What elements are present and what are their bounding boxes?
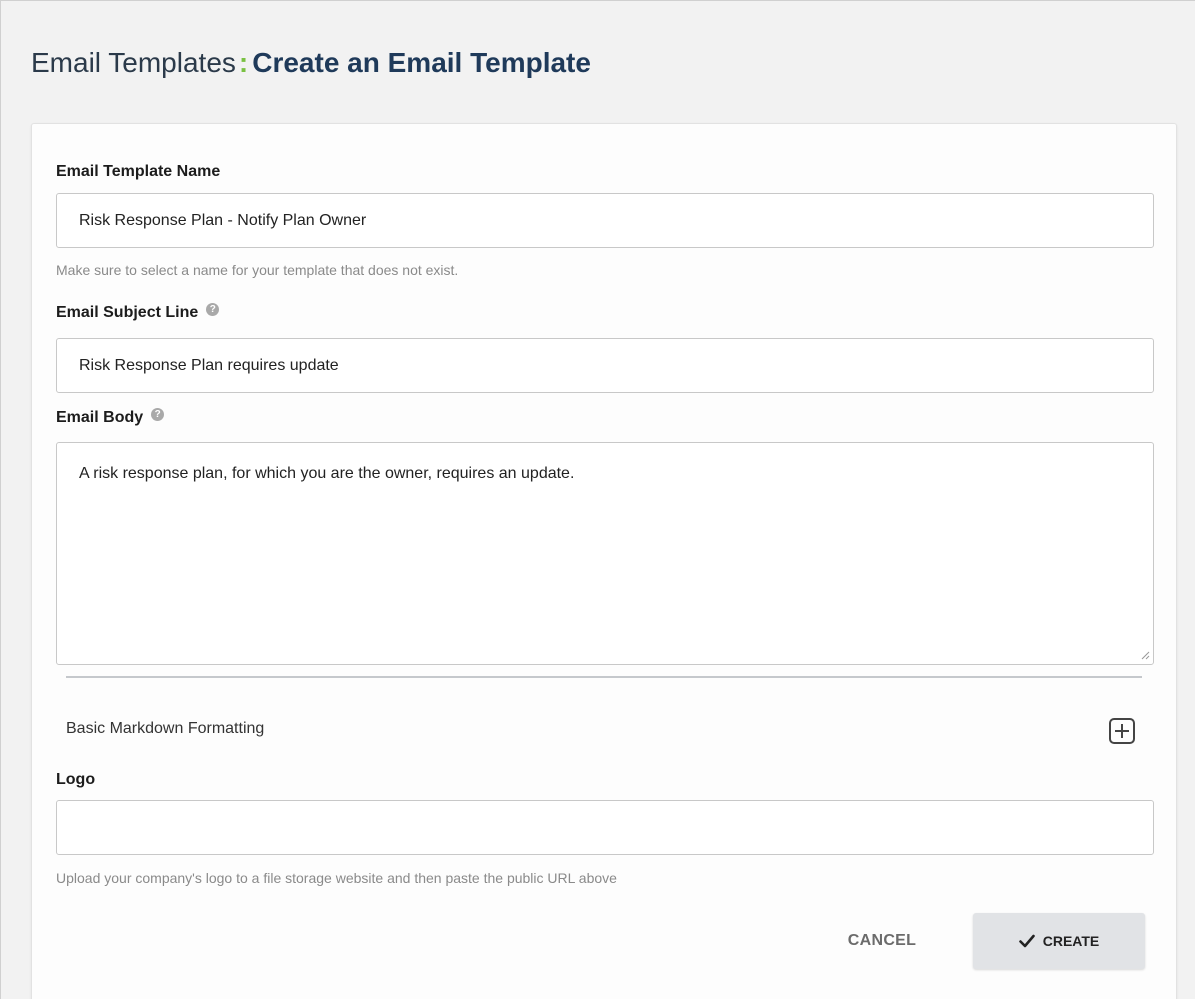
page-title-current: Create an Email Template [252, 47, 591, 78]
subject-line-input[interactable] [56, 338, 1154, 393]
page: Email Templates: Create an Email Template… [0, 0, 1195, 999]
create-button[interactable]: CREATE [973, 913, 1145, 969]
logo-label-text: Logo [56, 771, 96, 788]
logo-hint: Upload your company's logo to a file sto… [56, 870, 617, 886]
cancel-button[interactable]: CANCEL [822, 917, 942, 965]
template-name-hint: Make sure to select a name for your temp… [56, 262, 459, 278]
email-body-label-text: Email Body [56, 409, 144, 426]
plus-square-icon[interactable] [1106, 715, 1138, 747]
checkmark-icon [1018, 934, 1035, 948]
page-title-separator: : [238, 47, 249, 78]
page-title: Email Templates: Create an Email Template [31, 45, 591, 81]
page-title-section: Email Templates [31, 47, 236, 78]
create-button-label: CREATE [1042, 933, 1100, 949]
logo-label: Logo [56, 771, 95, 789]
question-circle-icon[interactable]: ? [151, 407, 165, 421]
subject-line-label: Email Subject Line ? [56, 302, 220, 322]
email-body-textarea[interactable]: A risk response plan, for which you are … [56, 442, 1154, 665]
markdown-formatting-label: Basic Markdown Formatting [66, 720, 265, 737]
email-body-label: Email Body ? [56, 407, 165, 427]
logo-url-input[interactable] [56, 800, 1154, 855]
template-name-label-text: Email Template Name [56, 163, 221, 180]
subject-line-label-text: Email Subject Line [56, 304, 199, 321]
template-name-label: Email Template Name [56, 163, 220, 181]
section-divider [66, 676, 1142, 678]
question-circle-icon[interactable]: ? [206, 302, 220, 316]
resize-grip-icon[interactable] [1140, 650, 1150, 660]
email-template-form: Email Template Name Make sure to select … [31, 123, 1177, 999]
template-name-input[interactable] [56, 193, 1154, 248]
